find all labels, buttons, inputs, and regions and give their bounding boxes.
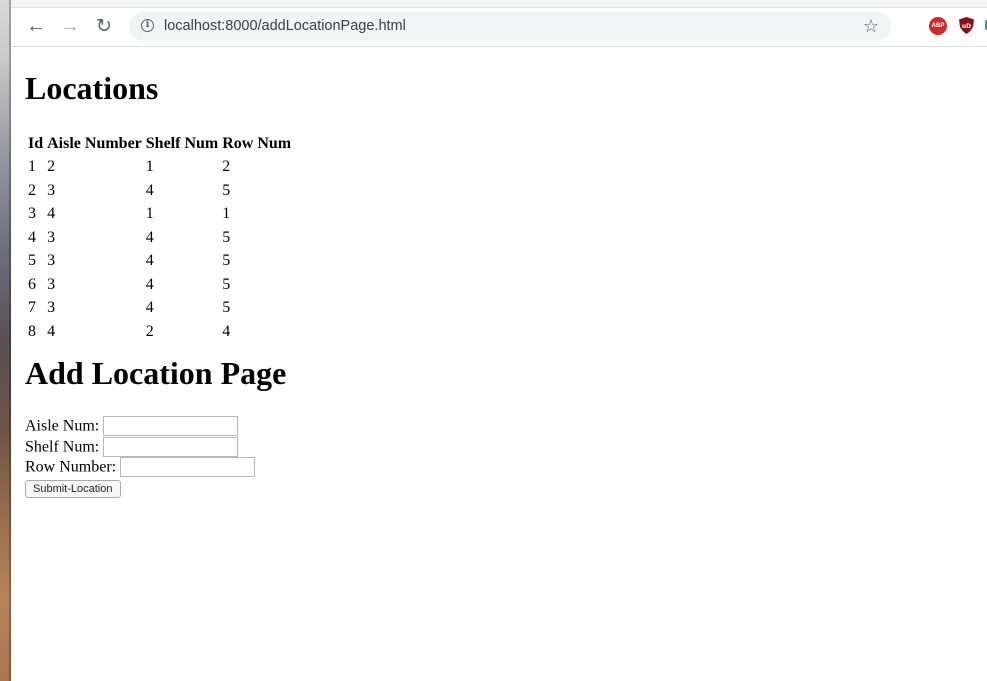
cell-row: 5: [222, 275, 231, 293]
shelf-num-input[interactable]: [103, 436, 239, 457]
cell-id: 7: [28, 299, 36, 316]
add-location-form: Aisle Num: Shelf Num: Row Number: Submit…: [25, 416, 256, 498]
row-number-label: Row Number:: [25, 458, 117, 476]
cell-aisle: 3: [47, 252, 56, 269]
cell-id: 5: [28, 252, 36, 269]
cell-shelf: 4: [145, 275, 154, 293]
forward-arrow-icon[interactable]: →: [59, 15, 81, 37]
site-info-icon[interactable]: i: [141, 19, 154, 32]
cell-shelf: 1: [145, 205, 154, 222]
cell-shelf: 2: [145, 322, 154, 340]
url-text[interactable]: localhost:8000/addLocationPage.html: [164, 18, 406, 34]
column-header-aisle-number: Aisle Number: [47, 135, 142, 152]
table-row: 4 3 4 5: [27, 227, 292, 249]
cell-aisle: 3: [47, 299, 56, 316]
cell-row: 5: [222, 299, 231, 316]
reload-icon[interactable]: ↻: [93, 15, 115, 37]
cell-row: 4: [222, 322, 231, 340]
shelf-num-label: Shelf Num:: [25, 438, 100, 455]
add-location-heading: Add Location Page: [25, 355, 287, 391]
table-row: 3 4 1 1: [27, 203, 292, 225]
cell-id: 3: [28, 205, 36, 222]
column-header-row-num: Row Num: [222, 135, 292, 152]
ublock-icon[interactable]: uD: [959, 17, 974, 34]
cell-aisle: 3: [47, 275, 56, 293]
browser-toolbar: ← → ↻ i localhost:8000/addLocationPage.h…: [11, 0, 987, 47]
locations-table: Id Aisle Number Shelf Num Row Num 1 2 1 …: [25, 131, 294, 344]
cell-aisle: 4: [47, 322, 56, 340]
table-row: 6 3 4 5: [27, 274, 292, 296]
cell-shelf: 1: [145, 158, 154, 175]
cell-row: 5: [222, 228, 231, 246]
cell-shelf: 4: [145, 252, 154, 269]
cell-shelf: 4: [145, 299, 154, 316]
back-arrow-icon[interactable]: ←: [25, 15, 47, 37]
cell-row: 5: [222, 181, 231, 199]
cell-aisle: 4: [47, 205, 56, 222]
column-header-id: Id: [28, 135, 44, 152]
bookmark-star-icon[interactable]: ☆: [863, 16, 879, 37]
cell-id: 4: [28, 228, 36, 246]
cell-row: 5: [222, 252, 231, 269]
cell-aisle: 3: [47, 228, 56, 246]
aisle-num-label: Aisle Num:: [25, 417, 100, 435]
cell-id: 8: [28, 322, 36, 340]
table-row: 8 4 2 4: [27, 321, 292, 343]
tab-strip-edge: [11, 0, 987, 8]
cell-shelf: 4: [145, 181, 154, 199]
table-header-row: Id Aisle Number Shelf Num Row Num: [27, 133, 292, 154]
adblock-plus-icon[interactable]: ABP: [929, 17, 947, 35]
address-bar[interactable]: i localhost:8000/addLocationPage.html ☆: [129, 12, 891, 41]
ublock-label: uD: [962, 23, 971, 30]
aisle-num-input[interactable]: [103, 416, 239, 436]
cell-id: 6: [28, 275, 36, 293]
cell-id: 1: [28, 158, 36, 175]
cell-row: 2: [222, 158, 231, 175]
table-row: 7 3 4 5: [27, 297, 292, 319]
table-row: 5 3 4 5: [27, 250, 292, 272]
table-row: 1 2 1 2: [27, 156, 292, 178]
cell-shelf: 4: [145, 228, 154, 246]
submit-location-button[interactable]: Submit-Location: [25, 479, 121, 498]
desktop-edge: [0, 0, 11, 681]
table-row: 2 3 4 5: [27, 180, 292, 202]
cell-aisle: 2: [47, 158, 56, 175]
cell-id: 2: [28, 181, 36, 199]
row-number-input[interactable]: [120, 457, 256, 477]
column-header-shelf-num: Shelf Num: [145, 135, 219, 152]
cell-row: 1: [222, 205, 231, 222]
locations-heading: Locations: [25, 70, 159, 106]
cell-aisle: 3: [47, 181, 56, 199]
